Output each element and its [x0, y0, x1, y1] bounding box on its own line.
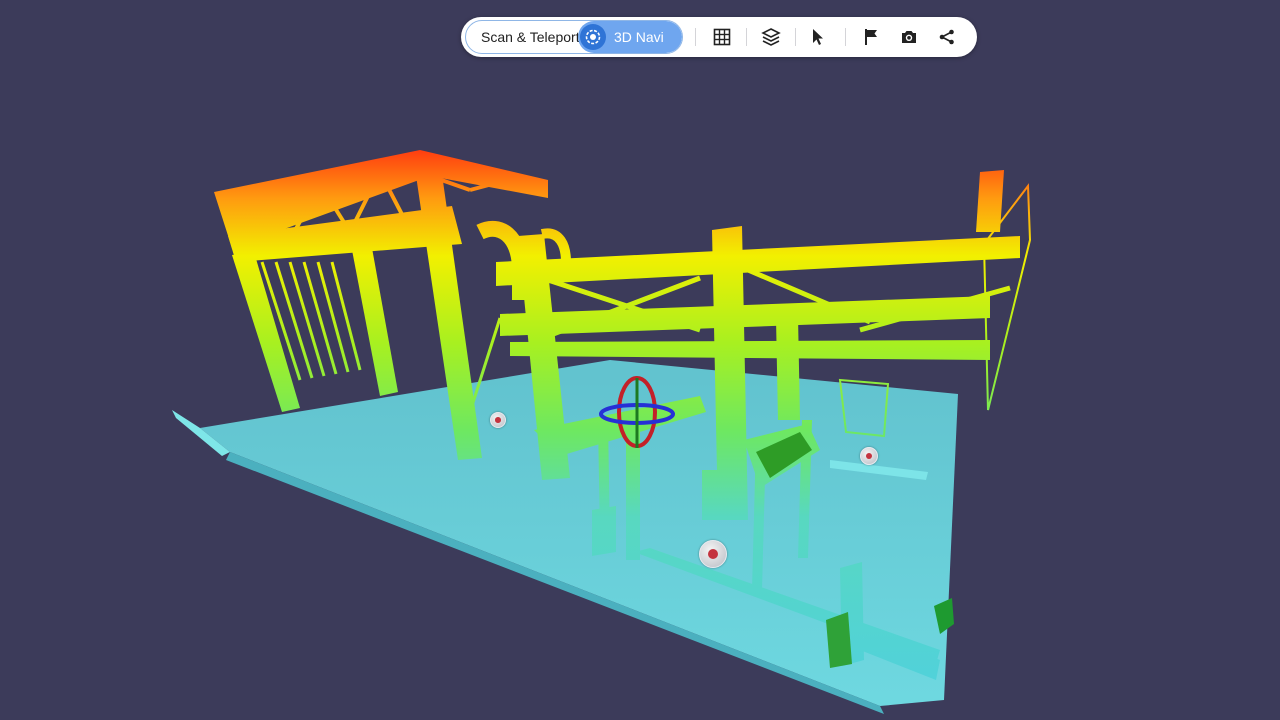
layers-icon — [761, 28, 781, 46]
3d-navi-label: 3D Navi — [614, 29, 664, 45]
navigation-mode-toggle[interactable]: Scan & Teleport 3D Navi — [465, 20, 683, 54]
flag-icon — [865, 29, 877, 45]
pointer-icon — [813, 29, 823, 45]
3d-navi-mode[interactable]: 3D Navi — [578, 21, 682, 53]
scan-position-marker[interactable] — [699, 540, 727, 568]
toolbar-divider — [795, 28, 796, 46]
toolbar-divider — [845, 28, 846, 46]
toolbar-divider — [695, 28, 696, 46]
grid-icon — [713, 28, 731, 46]
scan-position-marker[interactable] — [490, 412, 506, 428]
3d-point-cloud-viewport[interactable] — [0, 0, 1280, 720]
scan-position-marker[interactable] — [860, 447, 878, 465]
scan-teleport-mode[interactable]: Scan & Teleport — [466, 21, 584, 53]
annotation-flag-button[interactable] — [858, 25, 884, 49]
point-cloud-scene — [172, 150, 1032, 714]
layers-button[interactable] — [758, 25, 784, 49]
camera-icon — [902, 31, 916, 43]
viewer-toolbar: Scan & Teleport 3D Navi — [461, 17, 977, 57]
select-button[interactable] — [805, 25, 831, 49]
grid-button[interactable] — [709, 25, 735, 49]
share-button[interactable] — [934, 25, 960, 49]
share-icon — [939, 29, 954, 45]
toolbar-divider — [746, 28, 747, 46]
3d-navi-icon — [580, 24, 606, 50]
screenshot-button[interactable] — [896, 25, 922, 49]
